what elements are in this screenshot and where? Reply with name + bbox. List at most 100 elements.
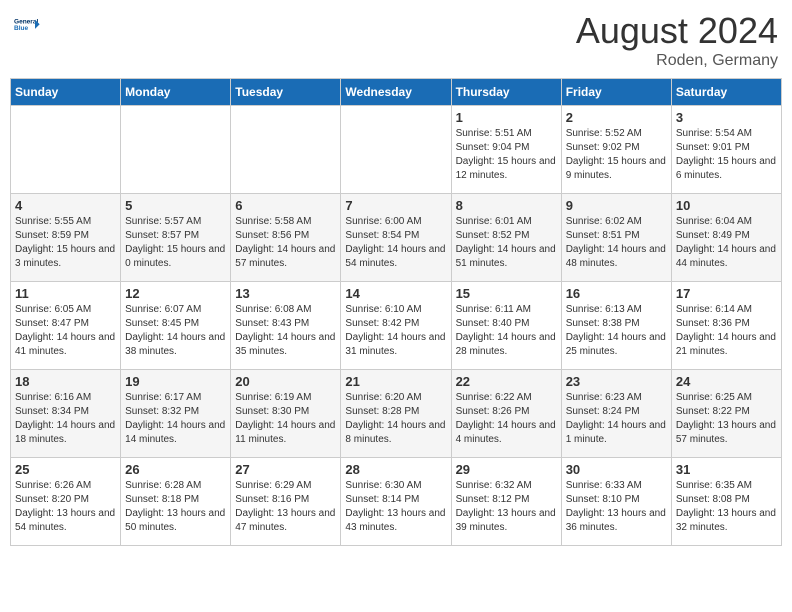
calendar-cell: 15 Sunrise: 6:11 AM Sunset: 8:40 PM Dayli… <box>451 282 561 370</box>
day-info: Sunrise: 6:20 AM Sunset: 8:28 PM Dayligh… <box>345 391 446 447</box>
svg-text:General: General <box>14 18 38 25</box>
col-friday: Friday <box>561 79 671 106</box>
calendar-cell: 29Sunrise: 6:32 AM Sunset: 8:12 PM Dayli… <box>451 458 561 546</box>
day-info: Sunrise: 5:51 AM Sunset: 9:04 PM Dayligh… <box>456 127 557 183</box>
day-info: Sunrise: 6:19 AM Sunset: 8:30 PM Dayligh… <box>235 391 336 447</box>
day-number: 11 <box>15 286 116 301</box>
day-number: 30 <box>566 462 667 477</box>
calendar-cell: 17 Sunrise: 6:14 AM Sunset: 8:36 PM Dayli… <box>671 282 781 370</box>
calendar-cell <box>11 106 121 194</box>
day-info: Sunrise: 6:13 AM Sunset: 8:38 PM Dayligh… <box>566 303 667 359</box>
calendar-table: Sunday Monday Tuesday Wednesday Thursday… <box>10 78 782 546</box>
calendar-cell: 20 Sunrise: 6:19 AM Sunset: 8:30 PM Dayli… <box>231 370 341 458</box>
day-info: Sunrise: 5:54 AM Sunset: 9:01 PM Dayligh… <box>676 127 777 183</box>
calendar-cell: 10Sunrise: 6:04 AM Sunset: 8:49 PM Dayli… <box>671 194 781 282</box>
day-number: 13 <box>235 286 336 301</box>
week-row-5: 25 Sunrise: 6:26 AM Sunset: 8:20 PM Dayli… <box>11 458 782 546</box>
day-number: 9 <box>566 198 667 213</box>
day-info: Sunrise: 6:14 AM Sunset: 8:36 PM Dayligh… <box>676 303 777 359</box>
location-title: Roden, Germany <box>576 52 778 70</box>
day-info: Sunrise: 6:30 AM Sunset: 8:14 PM Dayligh… <box>345 479 446 535</box>
col-tuesday: Tuesday <box>231 79 341 106</box>
week-row-4: 18 Sunrise: 6:16 AM Sunset: 8:34 PM Dayli… <box>11 370 782 458</box>
day-number: 1 <box>456 110 557 125</box>
day-info: Sunrise: 6:08 AM Sunset: 8:43 PM Dayligh… <box>235 303 336 359</box>
calendar-cell: 5Sunrise: 5:57 AM Sunset: 8:57 PM Daylig… <box>121 194 231 282</box>
day-info: Sunrise: 6:28 AM Sunset: 8:18 PM Dayligh… <box>125 479 226 535</box>
calendar-cell: 31Sunrise: 6:35 AM Sunset: 8:08 PM Dayli… <box>671 458 781 546</box>
col-wednesday: Wednesday <box>341 79 451 106</box>
calendar-cell: 12Sunrise: 6:07 AM Sunset: 8:45 PM Dayli… <box>121 282 231 370</box>
day-number: 19 <box>125 374 226 389</box>
day-number: 27 <box>235 462 336 477</box>
calendar-cell: 19 Sunrise: 6:17 AM Sunset: 8:32 PM Dayli… <box>121 370 231 458</box>
calendar-cell: 21 Sunrise: 6:20 AM Sunset: 8:28 PM Dayli… <box>341 370 451 458</box>
day-info: Sunrise: 6:11 AM Sunset: 8:40 PM Dayligh… <box>456 303 557 359</box>
day-info: Sunrise: 6:35 AM Sunset: 8:08 PM Dayligh… <box>676 479 777 535</box>
calendar-cell: 11Sunrise: 6:05 AM Sunset: 8:47 PM Dayli… <box>11 282 121 370</box>
day-info: Sunrise: 6:17 AM Sunset: 8:32 PM Dayligh… <box>125 391 226 447</box>
calendar-cell: 27 Sunrise: 6:29 AM Sunset: 8:16 PM Dayli… <box>231 458 341 546</box>
calendar-cell: 18 Sunrise: 6:16 AM Sunset: 8:34 PM Dayli… <box>11 370 121 458</box>
day-info: Sunrise: 6:02 AM Sunset: 8:51 PM Dayligh… <box>566 215 667 271</box>
day-number: 28 <box>345 462 446 477</box>
day-number: 6 <box>235 198 336 213</box>
week-row-3: 11Sunrise: 6:05 AM Sunset: 8:47 PM Dayli… <box>11 282 782 370</box>
day-number: 24 <box>676 374 777 389</box>
svg-text:Blue: Blue <box>14 25 28 32</box>
day-number: 18 <box>15 374 116 389</box>
day-number: 7 <box>345 198 446 213</box>
day-number: 20 <box>235 374 336 389</box>
day-number: 25 <box>15 462 116 477</box>
calendar-cell: 25 Sunrise: 6:26 AM Sunset: 8:20 PM Dayli… <box>11 458 121 546</box>
calendar-cell: 1 Sunrise: 5:51 AM Sunset: 9:04 PM Daylig… <box>451 106 561 194</box>
day-number: 21 <box>345 374 446 389</box>
day-info: Sunrise: 5:58 AM Sunset: 8:56 PM Dayligh… <box>235 215 336 271</box>
calendar-cell: 13 Sunrise: 6:08 AM Sunset: 8:43 PM Dayli… <box>231 282 341 370</box>
header-row: Sunday Monday Tuesday Wednesday Thursday… <box>11 79 782 106</box>
calendar-cell: 14Sunrise: 6:10 AM Sunset: 8:42 PM Dayli… <box>341 282 451 370</box>
calendar-cell: 3 Sunrise: 5:54 AM Sunset: 9:01 PM Daylig… <box>671 106 781 194</box>
col-monday: Monday <box>121 79 231 106</box>
day-number: 17 <box>676 286 777 301</box>
calendar-cell: 30 Sunrise: 6:33 AM Sunset: 8:10 PM Dayli… <box>561 458 671 546</box>
day-number: 23 <box>566 374 667 389</box>
day-number: 8 <box>456 198 557 213</box>
col-thursday: Thursday <box>451 79 561 106</box>
day-info: Sunrise: 6:22 AM Sunset: 8:26 PM Dayligh… <box>456 391 557 447</box>
day-info: Sunrise: 6:25 AM Sunset: 8:22 PM Dayligh… <box>676 391 777 447</box>
calendar-cell <box>121 106 231 194</box>
title-block: August 2024 Roden, Germany <box>576 10 778 70</box>
month-title: August 2024 <box>576 10 778 52</box>
day-info: Sunrise: 6:26 AM Sunset: 8:20 PM Dayligh… <box>15 479 116 535</box>
day-number: 26 <box>125 462 226 477</box>
calendar-cell: 23Sunrise: 6:23 AM Sunset: 8:24 PM Dayli… <box>561 370 671 458</box>
calendar-cell: 8Sunrise: 6:01 AM Sunset: 8:52 PM Daylig… <box>451 194 561 282</box>
day-info: Sunrise: 6:16 AM Sunset: 8:34 PM Dayligh… <box>15 391 116 447</box>
day-info: Sunrise: 6:33 AM Sunset: 8:10 PM Dayligh… <box>566 479 667 535</box>
day-number: 3 <box>676 110 777 125</box>
day-info: Sunrise: 6:07 AM Sunset: 8:45 PM Dayligh… <box>125 303 226 359</box>
day-number: 14 <box>345 286 446 301</box>
calendar-cell: 28 Sunrise: 6:30 AM Sunset: 8:14 PM Dayli… <box>341 458 451 546</box>
logo: GeneralBlue <box>14 10 42 38</box>
calendar-cell: 7 Sunrise: 6:00 AM Sunset: 8:54 PM Daylig… <box>341 194 451 282</box>
week-row-2: 4Sunrise: 5:55 AM Sunset: 8:59 PM Daylig… <box>11 194 782 282</box>
day-info: Sunrise: 6:29 AM Sunset: 8:16 PM Dayligh… <box>235 479 336 535</box>
calendar-cell: 24 Sunrise: 6:25 AM Sunset: 8:22 PM Dayli… <box>671 370 781 458</box>
day-number: 5 <box>125 198 226 213</box>
day-info: Sunrise: 6:00 AM Sunset: 8:54 PM Dayligh… <box>345 215 446 271</box>
col-saturday: Saturday <box>671 79 781 106</box>
day-info: Sunrise: 6:32 AM Sunset: 8:12 PM Dayligh… <box>456 479 557 535</box>
calendar-cell <box>341 106 451 194</box>
calendar-cell: 4Sunrise: 5:55 AM Sunset: 8:59 PM Daylig… <box>11 194 121 282</box>
day-number: 4 <box>15 198 116 213</box>
logo-icon: GeneralBlue <box>14 10 42 38</box>
calendar-cell: 2Sunrise: 5:52 AM Sunset: 9:02 PM Daylig… <box>561 106 671 194</box>
calendar-cell <box>231 106 341 194</box>
day-number: 22 <box>456 374 557 389</box>
calendar-cell: 16 Sunrise: 6:13 AM Sunset: 8:38 PM Dayli… <box>561 282 671 370</box>
day-number: 10 <box>676 198 777 213</box>
day-number: 16 <box>566 286 667 301</box>
day-number: 15 <box>456 286 557 301</box>
